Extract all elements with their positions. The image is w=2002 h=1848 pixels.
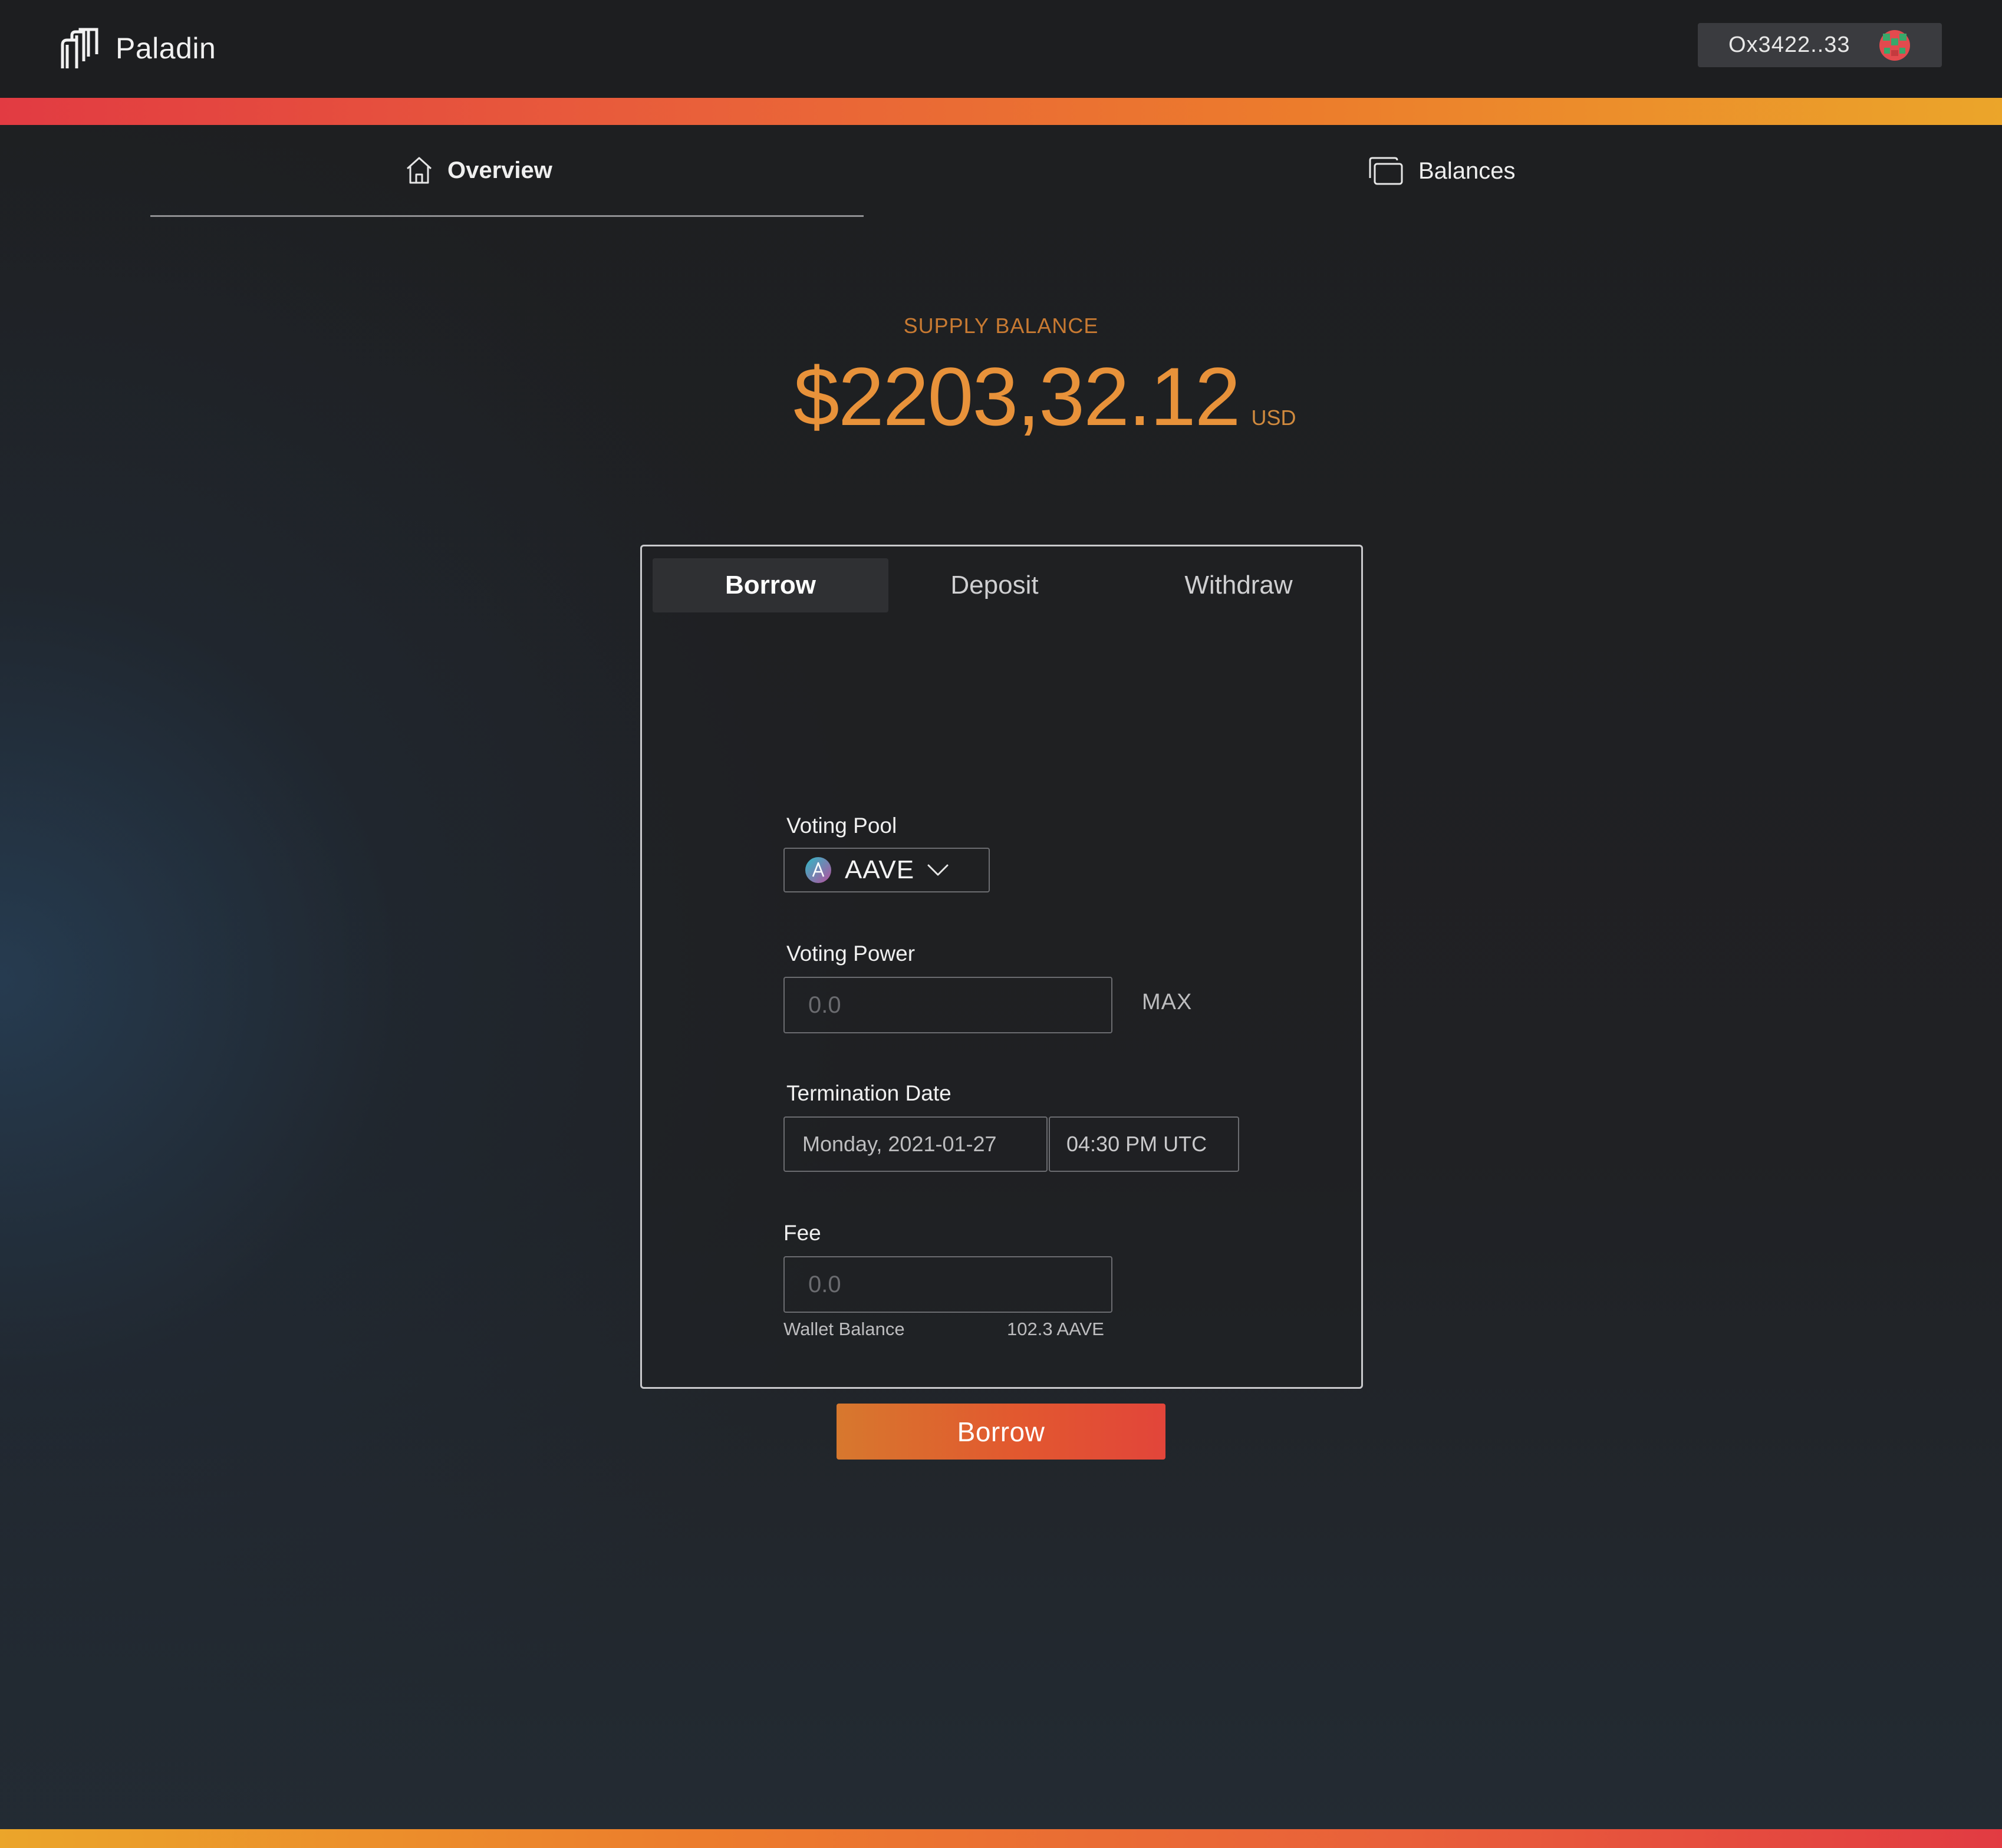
wallet-button[interactable]: Ox3422..33 bbox=[1698, 23, 1942, 67]
termination-date-input[interactable] bbox=[783, 1116, 1048, 1172]
fee-label: Fee bbox=[783, 1221, 821, 1245]
footer-accent-bar bbox=[0, 1829, 2002, 1848]
voting-power-label: Voting Power bbox=[786, 941, 916, 966]
header-accent-bar bbox=[0, 98, 2002, 125]
voting-power-input[interactable] bbox=[783, 977, 1112, 1033]
chevron-down-icon bbox=[927, 864, 949, 876]
paladin-logo-icon bbox=[61, 28, 98, 68]
voting-pool-value: AAVE bbox=[845, 855, 915, 884]
supply-balance-currency: USD bbox=[1251, 406, 1296, 430]
brand[interactable]: Paladin bbox=[60, 27, 216, 70]
max-button[interactable]: MAX bbox=[1142, 990, 1192, 1015]
supply-balance: $2203,32.12 USD bbox=[793, 349, 1296, 444]
borrow-card: Borrow Deposit Withdraw Voting Pool AAVE bbox=[640, 545, 1363, 1460]
wallet-balance-label: Wallet Balance bbox=[783, 1319, 905, 1339]
top-header: Paladin Ox3422..33 bbox=[0, 0, 2002, 98]
stacked-cards-icon bbox=[1369, 157, 1403, 185]
supply-balance-amount: $2203,32.12 bbox=[793, 350, 1241, 443]
main-content: Overview Balances SUPPLY BALANCE $2203,3… bbox=[0, 125, 2002, 1829]
supply-balance-label: SUPPLY BALANCE bbox=[903, 314, 1099, 338]
home-icon bbox=[406, 157, 432, 184]
tab-balances-label: Balances bbox=[1418, 157, 1516, 184]
tab-overview[interactable]: Overview bbox=[405, 156, 552, 185]
fee-input[interactable] bbox=[783, 1256, 1112, 1313]
tab-withdraw[interactable]: Withdraw bbox=[1124, 558, 1353, 612]
tab-overview-label: Overview bbox=[447, 157, 552, 183]
termination-date-label: Termination Date bbox=[786, 1081, 951, 1105]
app-name: Paladin bbox=[116, 32, 216, 65]
wallet-balance-value: 102.3 AAVE bbox=[1007, 1319, 1104, 1339]
wallet-avatar-icon bbox=[1879, 30, 1910, 61]
tab-deposit[interactable]: Deposit bbox=[888, 558, 1101, 612]
action-tabs: Borrow Deposit Withdraw bbox=[653, 558, 1353, 612]
active-tab-underline bbox=[150, 215, 864, 217]
wallet-address: Ox3422..33 bbox=[1728, 32, 1850, 57]
voting-pool-select[interactable]: AAVE bbox=[783, 848, 990, 892]
tab-balances[interactable]: Balances bbox=[1367, 156, 1516, 186]
tab-borrow[interactable]: Borrow bbox=[653, 558, 888, 612]
borrow-button[interactable]: Borrow bbox=[837, 1404, 1165, 1460]
voting-pool-label: Voting Pool bbox=[786, 813, 897, 838]
termination-time-input[interactable] bbox=[1049, 1116, 1239, 1172]
aave-token-icon bbox=[805, 857, 831, 883]
